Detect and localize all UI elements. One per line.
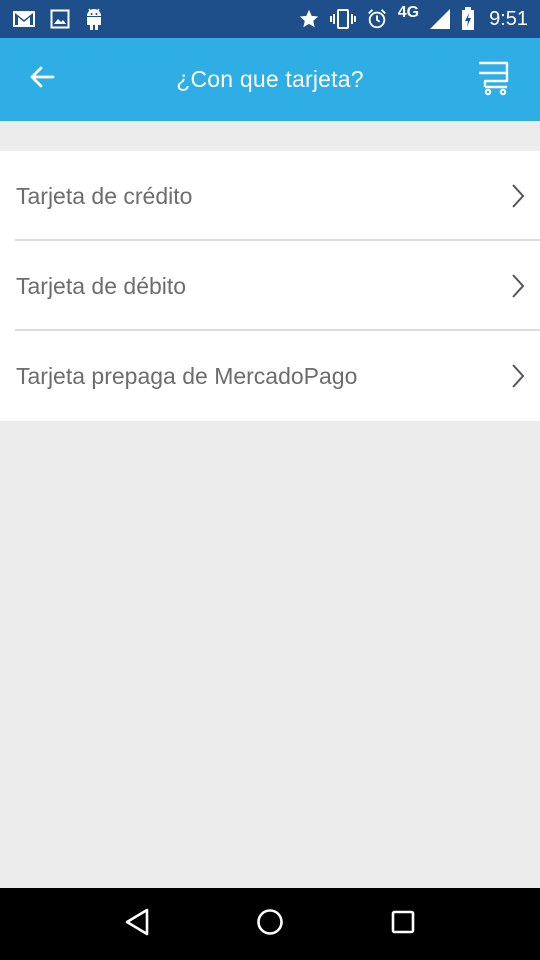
nav-recents-button[interactable] [383,904,423,944]
chevron-right-icon [508,361,528,391]
app-bar: ¿Con que tarjeta? [0,38,540,121]
battery-charging-icon [461,7,475,31]
vibrate-icon [329,8,356,30]
cart-button[interactable] [472,60,516,100]
gmail-icon [12,9,36,29]
option-label: Tarjeta de débito [16,272,187,299]
option-credit-card[interactable]: Tarjeta de crédito [0,151,540,241]
star-icon [298,8,320,30]
option-label: Tarjeta de crédito [16,182,193,209]
signal-icon [429,8,451,30]
chevron-right-icon [508,271,528,301]
cart-icon [476,60,512,101]
back-triangle-icon [123,907,151,942]
nav-home-button[interactable] [250,904,290,944]
home-circle-icon [255,907,285,942]
navigation-bar [0,888,540,960]
nav-back-button[interactable] [117,904,157,944]
page-title: ¿Con que tarjeta? [176,66,364,92]
arrow-left-icon [29,65,55,94]
clock: 9:51 [489,7,528,30]
alarm-icon [366,8,388,30]
option-label: Tarjeta prepaga de MercadoPago [16,362,358,389]
android-icon [84,7,104,31]
recents-square-icon [389,908,417,941]
network-type: 4G [397,4,420,21]
option-debit-card[interactable]: Tarjeta de débito [0,241,540,331]
image-icon [50,9,70,29]
option-prepaid-card[interactable]: Tarjeta prepaga de MercadoPago [0,331,540,421]
system-icons: 4G 9:51 [298,4,528,31]
status-bar: 4G 9:51 [0,0,540,38]
back-button[interactable] [22,59,62,99]
chevron-right-icon [508,181,528,211]
card-options-list: Tarjeta de crédito Tarjeta de débito Tar… [0,151,540,421]
notification-icons [12,7,104,31]
